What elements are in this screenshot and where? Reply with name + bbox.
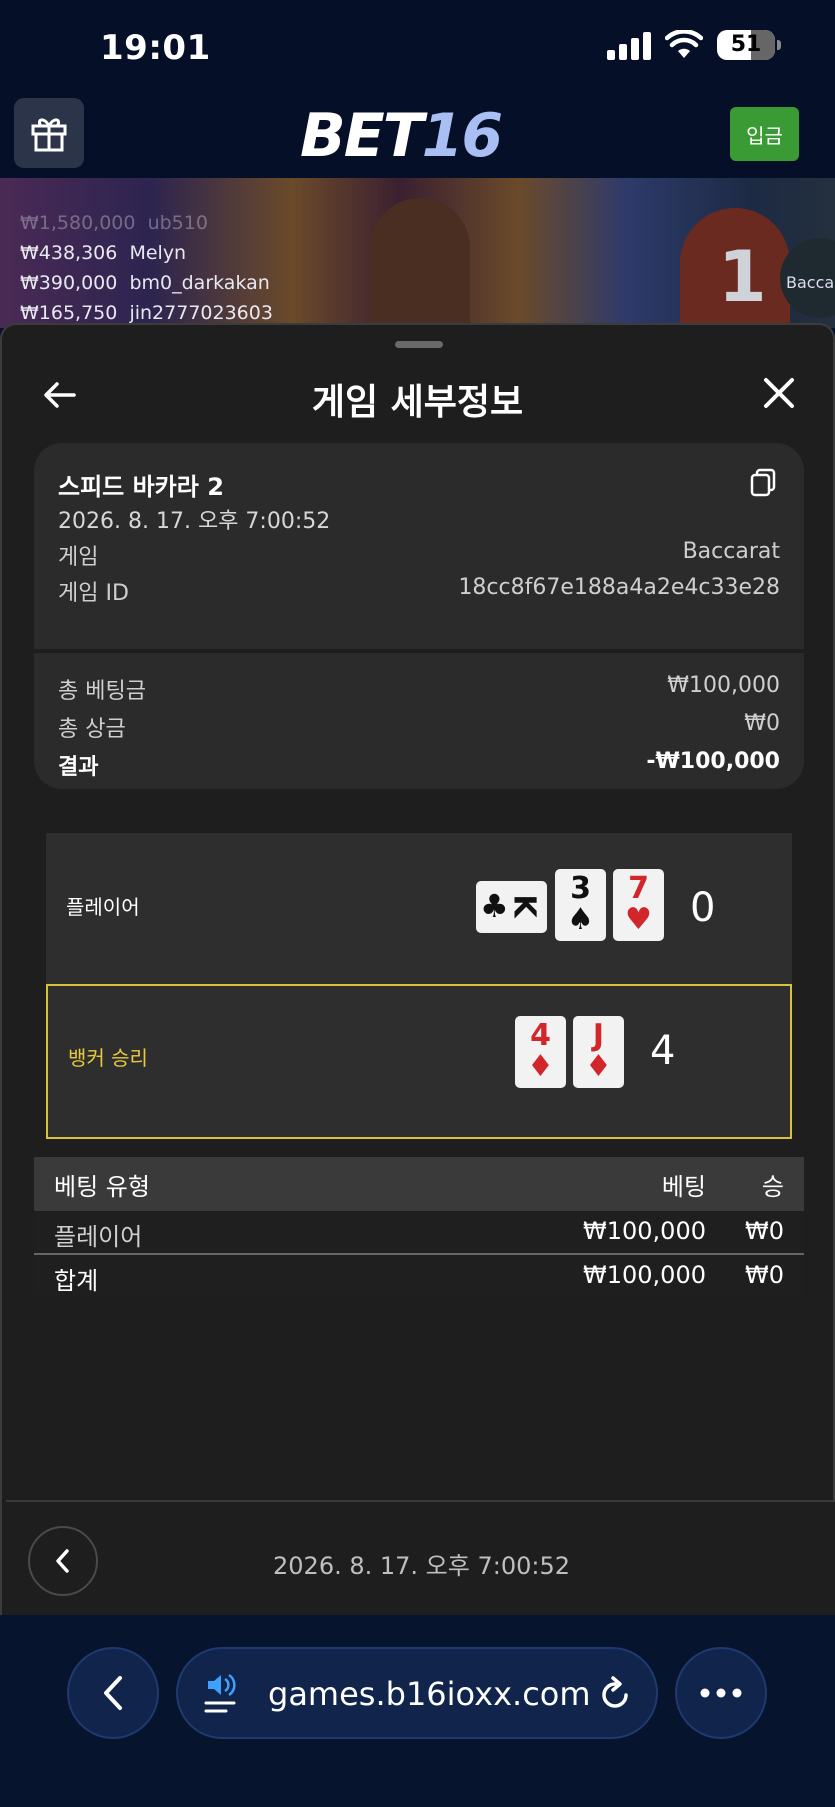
- total-win-label: 총 상금: [58, 717, 126, 742]
- winner-row: ₩390,000 bm0_darkakan: [20, 272, 270, 294]
- battery-level: 51: [730, 32, 762, 57]
- chevron-left-icon: [104, 1676, 122, 1710]
- game-type-value: Baccarat: [682, 539, 780, 564]
- player-label: 플레이어: [66, 895, 140, 919]
- sheet-footer: 2026. 8. 17. 오후 7:00:52: [6, 1500, 835, 1617]
- header-win: 승: [761, 1173, 784, 1201]
- game-name: 스피드 바카라 2: [58, 473, 224, 501]
- total-win-cell: ₩0: [745, 1261, 784, 1289]
- game-type-label: 게임: [58, 545, 99, 570]
- game-info-card: 스피드 바카라 2 2026. 8. 17. 오후 7:00:52 게임 Bac…: [34, 443, 804, 789]
- card-divider: [34, 649, 804, 653]
- url-text[interactable]: games.b16ioxx.com: [268, 1675, 591, 1713]
- status-time: 19:01: [100, 28, 211, 68]
- player-score: 0: [690, 885, 716, 931]
- game-id-label: 게임 ID: [58, 581, 129, 606]
- banker-win-label: 뱅커 승리: [68, 1046, 148, 1070]
- recent-winners-list: ₩1,580,000 ub510 ₩438,306 Melyn ₩390,000…: [20, 208, 273, 328]
- bet-amount-cell: ₩100,000: [583, 1217, 706, 1245]
- copy-icon[interactable]: [748, 467, 778, 497]
- banker-score: 4: [650, 1028, 676, 1074]
- winner-row: ₩1,580,000 ub510: [20, 212, 208, 234]
- gift-button[interactable]: [14, 98, 84, 168]
- status-bar: 19:01 51: [0, 0, 835, 95]
- total-bet-label: 총 베팅금: [58, 679, 146, 704]
- game-id-row: 게임 ID 18cc8f67e188a4a2e4c33e28: [58, 575, 780, 606]
- game-type-row: 게임 Baccarat: [58, 539, 780, 570]
- total-label-cell: 합계: [54, 1267, 99, 1295]
- table-number: 1: [718, 236, 767, 318]
- winner-row: ₩438,306 Melyn: [20, 242, 187, 264]
- bet-type-cell: 플레이어: [54, 1223, 143, 1251]
- more-options-button[interactable]: [675, 1647, 767, 1739]
- playing-card: ♣ K: [476, 881, 547, 933]
- hand-result-panel: 플레이어 ♣ K 3 ♠ 7 ♥ 0 뱅커 승리 4 ♦ J ♦ 4: [46, 833, 792, 1139]
- close-icon[interactable]: [759, 373, 799, 413]
- browser-back-button[interactable]: [67, 1647, 159, 1739]
- total-bet-row: 총 베팅금 ₩100,000: [58, 673, 780, 704]
- cellular-signal-icon: [607, 30, 651, 60]
- banker-hand-row: 뱅커 승리 4 ♦ J ♦ 4: [46, 984, 792, 1139]
- live-video-preview[interactable]: ₩1,580,000 ub510 ₩438,306 Melyn ₩390,000…: [0, 178, 835, 328]
- bet-table-header: 베팅 유형 베팅 승: [34, 1157, 804, 1211]
- header-bet-type: 베팅 유형: [54, 1173, 150, 1201]
- address-bar[interactable]: games.b16ioxx.com: [176, 1647, 658, 1739]
- sheet-grabber[interactable]: [395, 341, 443, 348]
- playing-card: 7 ♥: [613, 869, 664, 941]
- status-indicators: 51: [607, 30, 781, 60]
- game-details-sheet: 게임 세부정보 스피드 바카라 2 2026. 8. 17. 오후 7:00:5…: [0, 323, 835, 1617]
- reload-icon[interactable]: [596, 1675, 634, 1713]
- game-id-value[interactable]: 18cc8f67e188a4a2e4c33e28: [458, 575, 780, 600]
- win-amount-cell: ₩0: [745, 1217, 784, 1245]
- game-datetime: 2026. 8. 17. 오후 7:00:52: [58, 509, 331, 534]
- total-bet-cell: ₩100,000: [583, 1261, 706, 1289]
- playing-card: 3 ♠: [555, 869, 606, 941]
- table-row: 플레이어 ₩100,000 ₩0: [34, 1211, 804, 1253]
- deposit-button[interactable]: 입금: [730, 107, 799, 161]
- result-row: 결과 -₩100,000: [58, 749, 780, 780]
- playing-card: 4 ♦: [515, 1016, 566, 1088]
- footer-date: 2026. 8. 17. 오후 7:00:52: [273, 1552, 570, 1580]
- browser-toolbar: games.b16ioxx.com: [0, 1615, 835, 1807]
- reader-audio-icon[interactable]: [204, 1671, 244, 1717]
- bet-breakdown-table: 베팅 유형 베팅 승 플레이어 ₩100,000 ₩0 합계 ₩100,000 …: [34, 1157, 804, 1295]
- wifi-icon: [665, 30, 703, 58]
- sheet-header: 게임 세부정보: [2, 355, 833, 435]
- top-nav: BET16 입금: [0, 95, 835, 178]
- table-total-row: 합계 ₩100,000 ₩0: [34, 1253, 804, 1295]
- player-hand-row: 플레이어 ♣ K 3 ♠ 7 ♥ 0: [46, 833, 792, 984]
- total-win-value: ₩0: [744, 711, 780, 736]
- result-label: 결과: [58, 755, 99, 780]
- battery-icon: 51: [717, 30, 781, 60]
- gift-icon: [31, 118, 67, 152]
- dealer-figure: [370, 198, 470, 328]
- header-bet: 베팅: [661, 1173, 706, 1201]
- total-win-row: 총 상금 ₩0: [58, 711, 780, 742]
- result-value: -₩100,000: [646, 749, 780, 774]
- playing-card: J ♦: [573, 1016, 624, 1088]
- sheet-title: 게임 세부정보: [311, 382, 524, 423]
- total-bet-value: ₩100,000: [667, 673, 780, 698]
- more-dots-icon: [700, 1688, 742, 1698]
- bet16-logo[interactable]: BET16: [300, 101, 503, 171]
